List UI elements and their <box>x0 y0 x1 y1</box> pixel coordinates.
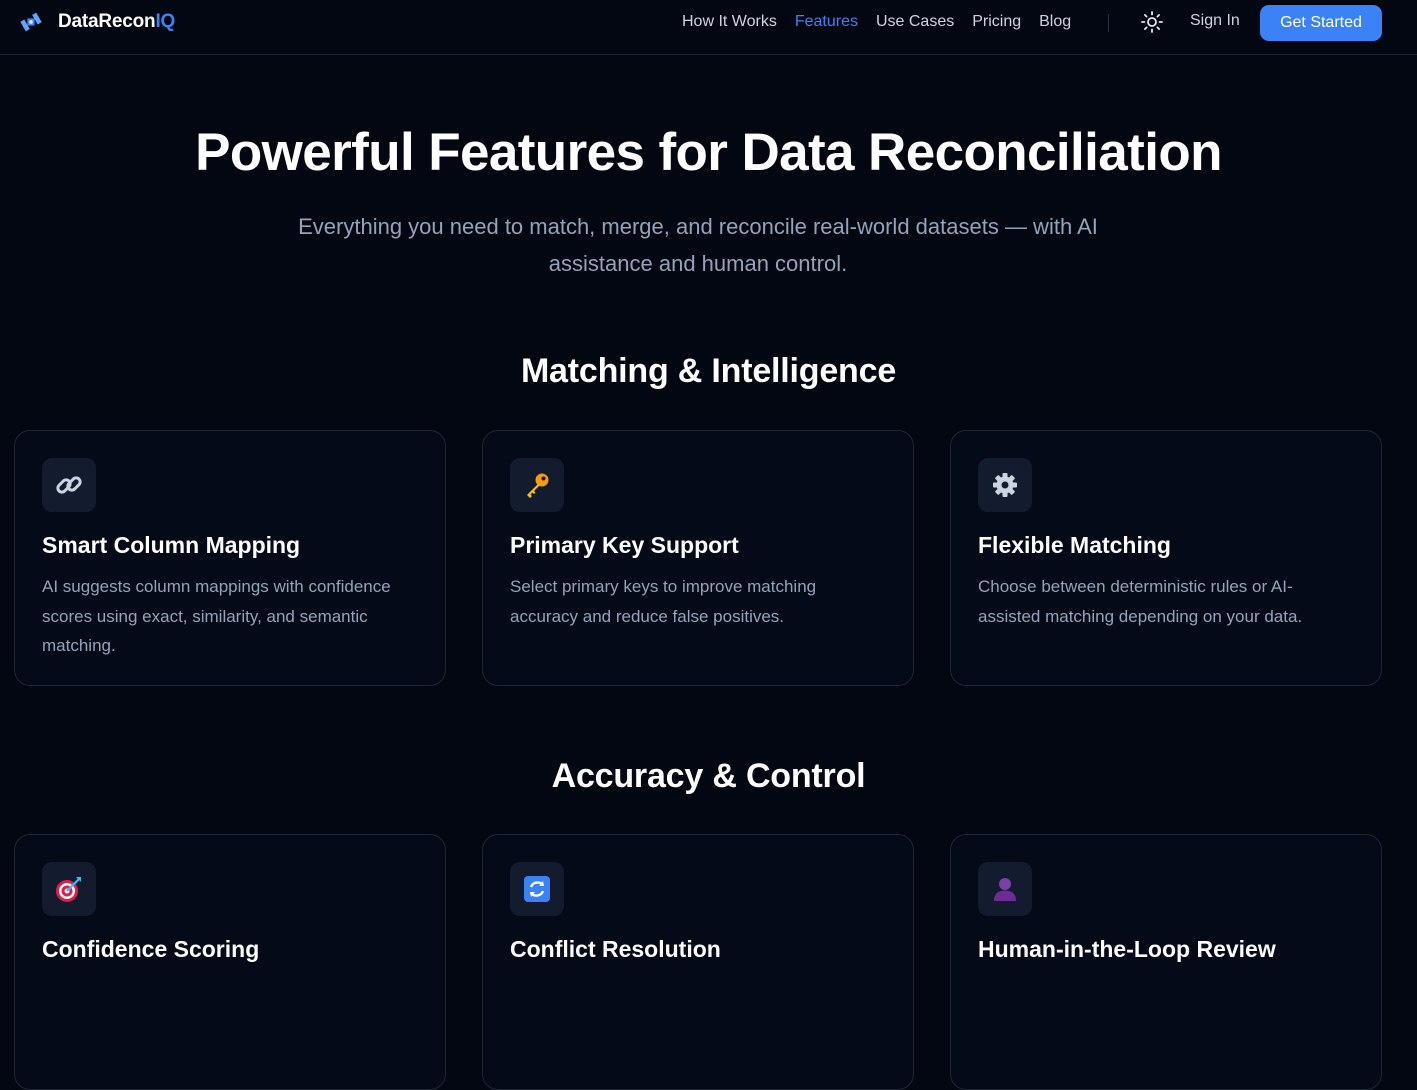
nav-link-features[interactable]: Features <box>795 13 858 31</box>
feature-card-primary-key-support: Primary Key Support Select primary keys … <box>482 430 914 686</box>
card-title: Primary Key Support <box>510 532 739 558</box>
card-title: Human-in-the-Loop Review <box>978 936 1276 962</box>
target-icon <box>42 862 96 916</box>
brand-name: DataReconIQ <box>58 11 176 32</box>
satellite-logo-icon <box>20 12 42 32</box>
get-started-button[interactable]: Get Started <box>1260 5 1382 41</box>
section-title-matching: Matching & Intelligence <box>520 352 897 390</box>
key-icon <box>510 458 564 512</box>
card-title: Confidence Scoring <box>42 936 260 962</box>
card-description: Choose between deterministic rules or AI… <box>978 577 1303 626</box>
nav-link-blog[interactable]: Blog <box>1039 13 1071 31</box>
page-title: Powerful Features for Data Reconciliatio… <box>195 123 1222 182</box>
nav-link-use-cases[interactable]: Use Cases <box>876 13 954 31</box>
nav-divider <box>1108 14 1109 32</box>
feature-card-conflict-resolution: Conflict Resolution <box>482 834 914 1090</box>
person-icon <box>978 862 1032 916</box>
card-description: AI suggests column mappings with confide… <box>42 577 391 655</box>
brand-logo[interactable]: DataReconIQ <box>20 10 175 34</box>
feature-card-smart-column-mapping: Smart Column Mapping AI suggests column … <box>14 430 446 686</box>
sun-icon[interactable] <box>1140 10 1164 34</box>
top-navigation: DataReconIQ How It Works Features Use Ca… <box>0 0 1417 55</box>
card-title: Conflict Resolution <box>510 936 721 962</box>
sign-in-link[interactable]: Sign In <box>1190 12 1240 30</box>
gear-icon <box>978 458 1032 512</box>
link-icon <box>42 458 96 512</box>
feature-card-human-in-the-loop-review: Human-in-the-Loop Review <box>950 834 1382 1090</box>
card-title: Flexible Matching <box>978 532 1171 558</box>
feature-card-confidence-scoring: Confidence Scoring <box>14 834 446 1090</box>
refresh-icon <box>510 862 564 916</box>
section-title-accuracy: Accuracy & Control <box>551 757 866 795</box>
card-title: Smart Column Mapping <box>42 532 301 558</box>
nav-link-how-it-works[interactable]: How It Works <box>682 13 777 31</box>
page-subtitle: Everything you need to match, merge, and… <box>298 214 1098 276</box>
nav-link-pricing[interactable]: Pricing <box>972 13 1021 31</box>
nav-links: How It Works Features Use Cases Pricing … <box>682 12 1089 32</box>
card-description: Select primary keys to improve matching … <box>510 577 817 626</box>
feature-card-flexible-matching: Flexible Matching Choose between determi… <box>950 430 1382 686</box>
